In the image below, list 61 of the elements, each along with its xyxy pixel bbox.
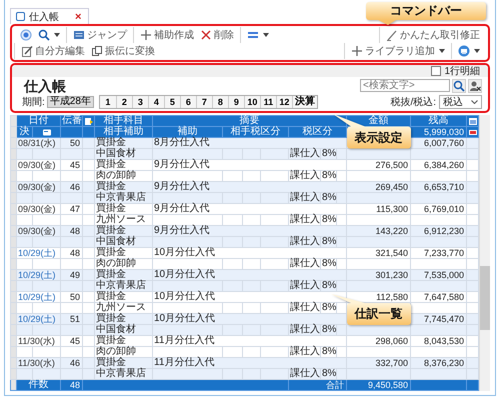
toolbar-button[interactable]: 削除 (197, 27, 237, 43)
plus-icon (140, 29, 152, 41)
month-button[interactable]: 5 (164, 96, 180, 108)
caret-icon (263, 33, 269, 37)
documents-icon (91, 45, 103, 57)
callout-text: 表示設定 (354, 131, 403, 144)
printer-icon (458, 45, 470, 57)
caret-icon (54, 33, 60, 37)
month-button[interactable]: 7 (196, 96, 212, 108)
target-icon (20, 29, 32, 41)
month-button[interactable]: 4 (148, 96, 164, 108)
document-tab[interactable]: 仕入帳 × (10, 8, 90, 24)
month-button[interactable]: 12 (276, 96, 292, 108)
person-x-icon (469, 80, 481, 92)
month-button[interactable]: 決算 (292, 96, 317, 108)
search-icon (453, 80, 465, 92)
month-button[interactable]: 2 (116, 96, 132, 108)
toolbar-button[interactable]: 補助作成 (137, 27, 197, 43)
table-cell: 9,450,580 (346, 380, 411, 390)
toolbar-button[interactable]: ジャンプ (70, 27, 130, 43)
flag-icon (468, 128, 478, 136)
tax-mode-dropdown[interactable]: 税込 (439, 94, 482, 108)
toolbar-button[interactable]: 振伝に変換 (88, 43, 158, 59)
table-cell: 合計 (288, 380, 347, 390)
search-button[interactable] (452, 78, 466, 92)
month-button[interactable]: 3 (132, 96, 148, 108)
month-button[interactable]: 11 (260, 96, 276, 108)
month-button[interactable]: 9 (228, 96, 244, 108)
chevron-icon (471, 100, 478, 104)
x-icon (200, 29, 212, 41)
scrollbar[interactable] (479, 115, 490, 391)
note-icon (84, 116, 94, 126)
month-button[interactable]: 8 (212, 96, 228, 108)
window-icon (73, 29, 85, 41)
month-button[interactable]: 6 (180, 96, 196, 108)
period-label: 期間: (22, 96, 45, 108)
clear-search-button[interactable] (468, 78, 482, 92)
close-button[interactable]: × (73, 10, 84, 22)
plus-icon (351, 45, 363, 57)
toolbar-button[interactable]: 自分方編集 (18, 43, 88, 59)
page-title: 仕入帳 (24, 78, 66, 94)
table-cell: 件数 (16, 380, 60, 390)
caret-icon (474, 49, 480, 53)
square-icon (16, 12, 25, 21)
callout-text: 仕訳一覧 (354, 307, 403, 320)
edit-icon (21, 45, 33, 57)
search-icon (38, 29, 50, 41)
month-button[interactable]: 10 (244, 96, 260, 108)
window-icon (468, 116, 478, 126)
month-button[interactable]: 1 (100, 96, 116, 108)
toolbar-button[interactable]: かんたん取引修正 (383, 27, 483, 43)
era-button[interactable]: 平成28年 (46, 96, 94, 108)
checkbox[interactable] (431, 66, 442, 76)
caret-icon (439, 49, 445, 53)
checkbox-label: 1行明細 (444, 66, 480, 76)
tax-mode-label: 税抜/税込: (390, 96, 436, 108)
table-cell: 48 (60, 380, 82, 390)
lines-icon (247, 29, 259, 41)
pencil-icon (386, 29, 398, 41)
callout-text: コマンドバー (390, 4, 462, 18)
toolbar-button[interactable]: ライブラリ追加 (348, 43, 448, 59)
